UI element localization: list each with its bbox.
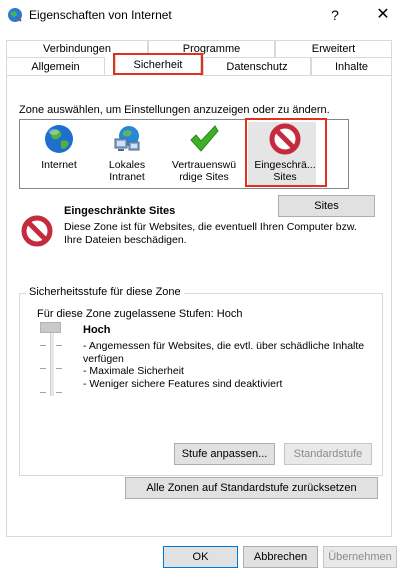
sites-button[interactable]: Sites <box>278 195 375 217</box>
slider-tick <box>40 345 46 346</box>
slider-tick <box>56 345 62 346</box>
zone-description-line1: Diese Zone ist für Websites, die eventue… <box>64 221 357 233</box>
security-level-details: - Angemessen für Websites, die evtl. übe… <box>83 340 383 390</box>
zone-label-line2: Intranet <box>109 171 145 183</box>
zone-label-line2: rdige Sites <box>179 171 229 183</box>
slider-tick <box>40 392 46 393</box>
window-title: Eigenschaften von Internet <box>29 8 172 22</box>
slider-tick <box>56 368 62 369</box>
tab-erweitert[interactable]: Erweitert <box>275 40 392 57</box>
allowed-levels-text: Für diese Zone zugelassene Stufen: Hoch <box>37 308 243 320</box>
zone-trusted-sites[interactable]: Vertrauenswü rdige Sites <box>170 120 238 190</box>
level-detail-line: verfügen <box>83 352 124 365</box>
custom-level-button[interactable]: Stufe anpassen... <box>174 443 275 465</box>
help-button[interactable]: ? <box>318 0 352 30</box>
default-level-button[interactable]: Standardstufe <box>284 443 372 465</box>
tab-allgemein[interactable]: Allgemein <box>6 57 105 76</box>
zone-label-line1: Lokales <box>108 159 146 171</box>
zone-label-line1: Internet <box>41 159 77 171</box>
security-slider-thumb[interactable] <box>40 322 61 333</box>
internet-options-icon <box>8 8 22 22</box>
zone-restricted-highlight <box>245 118 327 187</box>
zone-internet[interactable]: Internet <box>25 120 93 190</box>
globe-icon <box>45 125 73 153</box>
tab-inhalte[interactable]: Inhalte <box>311 57 392 76</box>
checkmark-icon <box>190 125 219 152</box>
cancel-button[interactable]: Abbrechen <box>243 546 318 568</box>
zone-description-title: Eingeschränkte Sites <box>64 205 176 217</box>
tab-sicherheit[interactable]: Sicherheit <box>115 54 201 76</box>
security-slider-track <box>50 323 54 396</box>
zone-local-intranet[interactable]: Lokales Intranet <box>93 120 161 190</box>
zone-label-line1: Vertrauenswü <box>171 159 237 171</box>
close-button[interactable]: ✕ <box>366 0 400 30</box>
zone-description: Diese Zone ist für Websites, die eventue… <box>64 221 374 247</box>
slider-tick <box>56 392 62 393</box>
tab-datenschutz[interactable]: Datenschutz <box>203 57 311 76</box>
reset-all-zones-button[interactable]: Alle Zonen auf Standardstufe zurücksetze… <box>125 477 378 499</box>
level-detail-line: - Weniger sichere Features sind deaktivi… <box>83 377 283 390</box>
apply-button[interactable]: Übernehmen <box>323 546 397 568</box>
slider-tick <box>40 368 46 369</box>
level-detail-line: - Maximale Sicherheit <box>83 365 184 377</box>
ok-button[interactable]: OK <box>163 546 238 568</box>
title-bar: Eigenschaften von Internet ? ✕ <box>0 0 400 30</box>
security-level-group-title: Sicherheitsstufe für diese Zone <box>26 286 184 298</box>
level-detail-line: - Angemessen für Websites, die evtl. übe… <box>83 340 365 352</box>
restricted-zone-icon <box>21 215 53 247</box>
intranet-icon <box>114 126 140 151</box>
zone-instruction: Zone auswählen, um Einstellungen anzuzei… <box>19 104 330 116</box>
zone-description-line2: Ihre Dateien beschädigen. <box>64 234 187 246</box>
security-level-name: Hoch <box>83 324 111 336</box>
